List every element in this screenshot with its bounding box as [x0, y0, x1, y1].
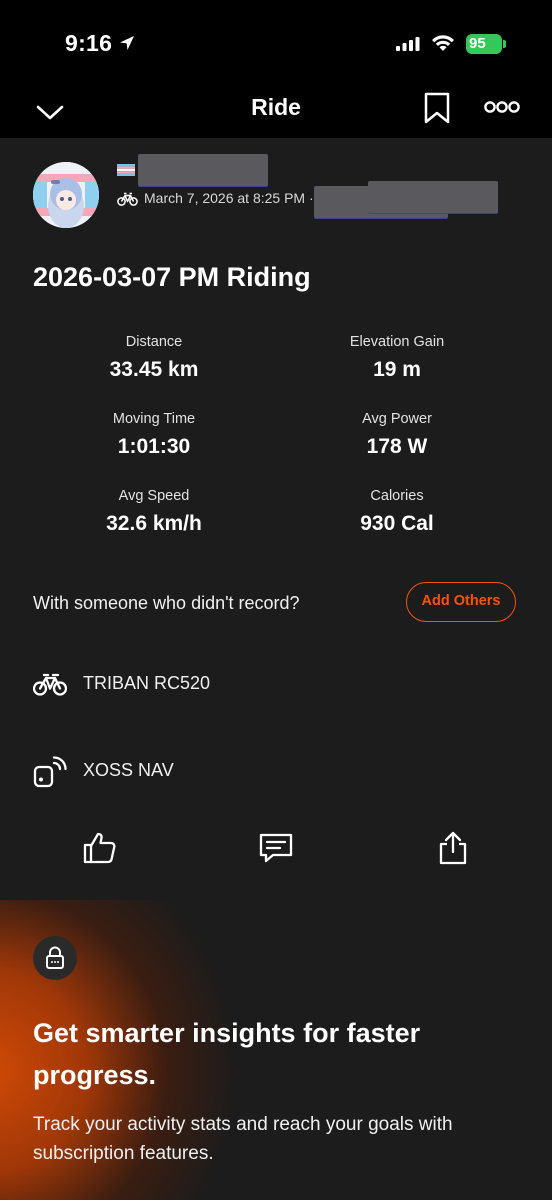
- status-time: 9:16: [65, 30, 113, 56]
- activity-datetime: March 7, 2026 at 8:25 PM ·: [144, 190, 314, 206]
- more-options-icon[interactable]: [484, 100, 520, 114]
- stat-label: Distance: [125, 334, 183, 350]
- battery-cap: [503, 40, 506, 48]
- battery-icon: 95: [466, 34, 502, 54]
- stat-value: 178 W: [366, 435, 428, 458]
- device-name: XOSS NAV: [83, 760, 174, 780]
- stat-calories: Calories 930 Cal: [277, 488, 517, 536]
- thumbs-up-icon[interactable]: [82, 830, 118, 866]
- bike-name: TRIBAN RC520: [83, 673, 211, 693]
- device-row[interactable]: XOSS NAV: [33, 756, 433, 790]
- bookmark-icon[interactable]: [424, 92, 450, 124]
- avatar-image: [33, 162, 99, 228]
- cellular-signal-icon: [396, 37, 420, 51]
- nav-bar: Ride: [0, 86, 552, 138]
- lock-icon: [46, 946, 64, 969]
- stat-value: 1:01:30: [117, 435, 191, 458]
- comment-icon[interactable]: [258, 830, 294, 866]
- stat-moving-time: Moving Time 1:01:30: [34, 411, 274, 459]
- bike-gear-row[interactable]: TRIBAN RC520: [33, 673, 433, 699]
- stat-value: 33.45 km: [109, 358, 199, 381]
- activity-meta: March 7, 2026 at 8:25 PM ·: [117, 190, 314, 207]
- bike-icon: [117, 193, 138, 207]
- flag-icon: [117, 164, 135, 176]
- lock-badge: [33, 936, 77, 980]
- wifi-icon: [432, 35, 454, 51]
- stat-value: 32.6 km/h: [106, 512, 202, 535]
- redacted-athlete-name: [138, 154, 268, 186]
- stat-avg-power: Avg Power 178 W: [277, 411, 517, 459]
- redacted-location-2: [368, 181, 498, 213]
- stat-label: Calories: [370, 488, 424, 504]
- screen: 9:16 95 Ride March 7, 2026 at 8:25 PM · …: [0, 0, 552, 1200]
- stat-value: 19 m: [373, 358, 421, 381]
- battery-level: 95: [469, 35, 486, 52]
- activity-title: 2026-03-07 PM Riding: [33, 262, 311, 292]
- stat-label: Elevation Gain: [349, 334, 445, 350]
- stat-distance: Distance 33.45 km: [34, 334, 274, 382]
- activity-content: March 7, 2026 at 8:25 PM · 2026-03-07 PM…: [0, 138, 552, 900]
- stat-value: 930 Cal: [360, 512, 434, 535]
- promo-heading: Get smarter insights for faster progress…: [33, 1018, 421, 1090]
- status-bar: 9:16 95: [0, 0, 552, 86]
- stat-label: Avg Speed: [118, 488, 190, 504]
- stat-label: Avg Power: [362, 411, 432, 427]
- location-arrow-icon: [120, 36, 134, 50]
- avatar[interactable]: [33, 162, 99, 228]
- device-sensor-icon: [33, 756, 67, 788]
- with-someone-prompt: With someone who didn't record?: [33, 593, 300, 613]
- stat-elevation-gain: Elevation Gain 19 m: [277, 334, 517, 382]
- promo-body: Track your activity stats and reach your…: [33, 1114, 453, 1164]
- subscription-promo[interactable]: Get smarter insights for faster progress…: [0, 900, 552, 1200]
- page-title: Ride: [251, 94, 301, 120]
- activity-actions: [0, 830, 552, 870]
- share-icon[interactable]: [435, 830, 471, 866]
- stat-avg-speed: Avg Speed 32.6 km/h: [34, 488, 274, 536]
- bike-icon: [33, 673, 67, 696]
- add-others-button[interactable]: Add Others: [406, 582, 516, 622]
- stat-label: Moving Time: [112, 411, 196, 427]
